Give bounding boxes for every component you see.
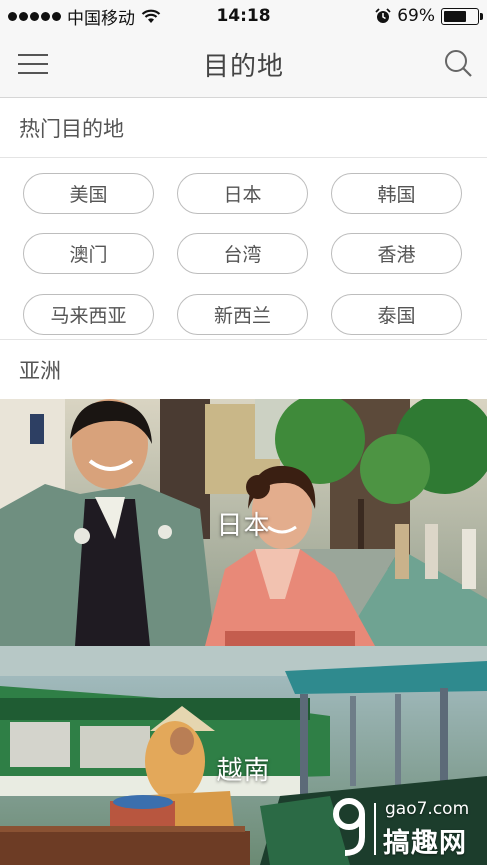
watermark-domain: gao7.com (385, 799, 470, 819)
signal-dots-icon (8, 11, 61, 21)
destination-card-japan[interactable]: 日本 (0, 399, 487, 646)
battery-icon (441, 7, 483, 25)
tag-korea[interactable]: 韩国 (331, 173, 462, 214)
watermark-name: 搞趣网 (383, 828, 467, 859)
nav-bar: 目的地 (0, 32, 487, 98)
tag-thailand[interactable]: 泰国 (331, 293, 462, 335)
tag-malaysia[interactable]: 马来西亚 (23, 293, 154, 335)
tag-macau[interactable]: 澳门 (23, 233, 154, 275)
menu-icon[interactable] (18, 52, 48, 76)
battery-percent: 69% (397, 6, 435, 26)
destination-label-vietnam: 越南 (216, 756, 271, 786)
search-icon[interactable] (443, 48, 473, 78)
tag-taiwan[interactable]: 台湾 (177, 233, 308, 275)
page-title: 目的地 (202, 52, 284, 82)
gao7-logo-icon (333, 798, 376, 856)
tag-newzealand[interactable]: 新西兰 (177, 293, 308, 335)
tag-japan[interactable]: 日本 (177, 173, 308, 214)
watermark: gao7.com 搞趣网 (331, 795, 481, 859)
destination-card-vietnam[interactable]: 越南 gao7.com 搞趣网 (0, 646, 487, 865)
asia-heading: 亚洲 (0, 339, 487, 399)
hot-destinations-heading: 热门目的地 (0, 98, 487, 158)
alarm-clock-icon (375, 8, 391, 23)
wifi-icon (141, 9, 161, 23)
destination-label-japan: 日本 (216, 511, 271, 541)
carrier-label: 中国移动 (67, 8, 135, 29)
hot-tags-grid: 美国 日本 韩国 澳门 台湾 香港 马来西亚 新西兰 泰国 (0, 158, 487, 339)
tag-hongkong[interactable]: 香港 (331, 233, 462, 275)
status-right: 69% (375, 6, 483, 26)
battery-fill (444, 10, 467, 22)
status-bar: 中国移动 14:18 69% (0, 0, 487, 32)
tag-usa[interactable]: 美国 (23, 173, 154, 214)
status-left: 中国移动 (8, 4, 161, 29)
